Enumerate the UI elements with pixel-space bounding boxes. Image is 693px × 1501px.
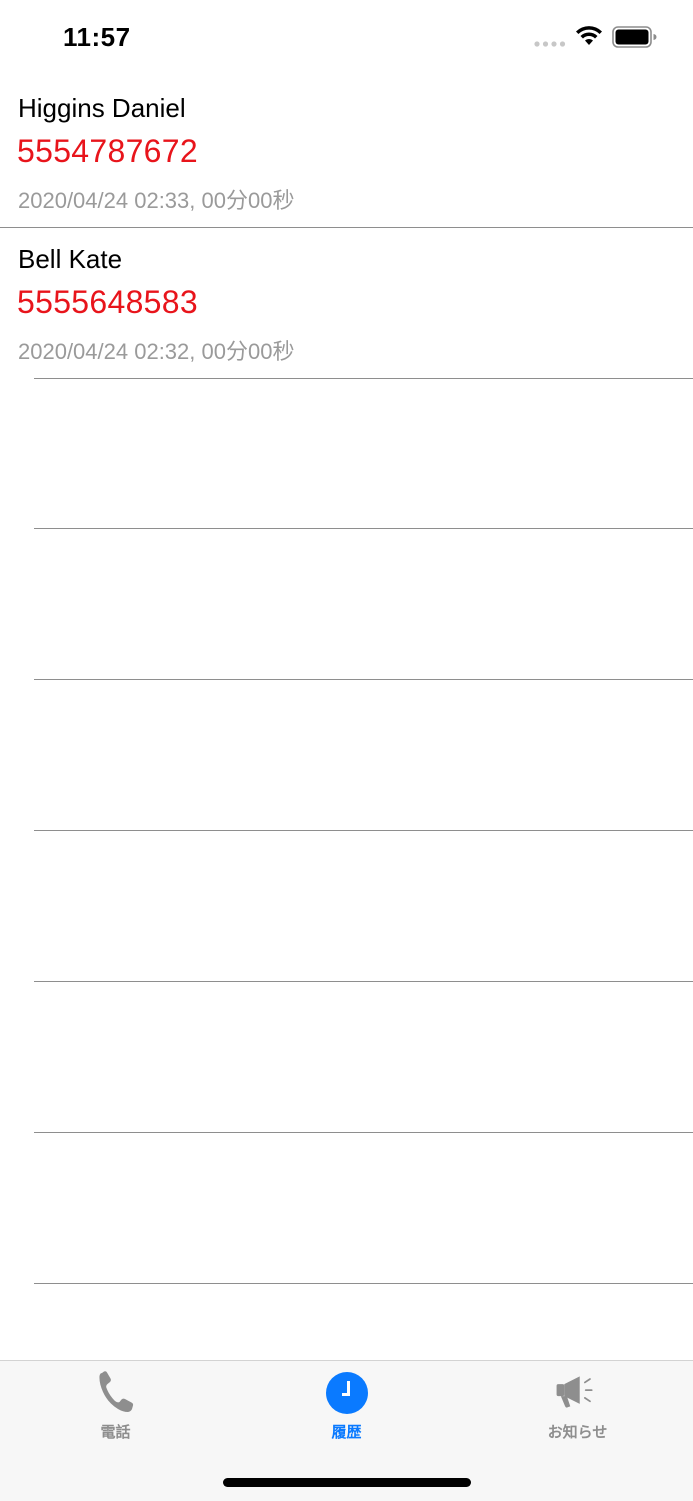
empty-row xyxy=(34,378,693,529)
home-indicator[interactable] xyxy=(223,1478,471,1487)
phone-icon xyxy=(98,1371,133,1412)
tab-notice[interactable]: お知らせ xyxy=(462,1361,693,1451)
clock-icon xyxy=(325,1372,368,1414)
empty-row xyxy=(34,680,693,831)
call-number: 5554787672 xyxy=(17,133,198,169)
status-time: 11:57 xyxy=(63,22,131,52)
call-timestamp: 2020/04/24 02:32, 00分00秒 xyxy=(18,339,295,364)
empty-row xyxy=(34,982,693,1133)
tab-phone[interactable]: 電話 xyxy=(0,1361,231,1451)
call-row[interactable]: Higgins Daniel 5554787672 2020/04/24 02:… xyxy=(0,77,693,228)
tab-label: 電話 xyxy=(100,1423,131,1441)
call-number: 5555648583 xyxy=(17,284,198,320)
tab-bar: 電話 履歴 お知らせ xyxy=(0,1360,693,1501)
tab-history[interactable]: 履歴 xyxy=(231,1361,462,1451)
wifi-icon xyxy=(576,26,602,45)
tab-label: 履歴 xyxy=(331,1423,362,1441)
call-name: Higgins Daniel xyxy=(18,93,186,123)
call-row[interactable]: Bell Kate 5555648583 2020/04/24 02:32, 0… xyxy=(0,228,693,379)
cellular-signal-icon xyxy=(534,41,566,47)
megaphone-icon xyxy=(556,1376,593,1408)
tab-label: お知らせ xyxy=(547,1423,608,1441)
call-timestamp: 2020/04/24 02:33, 00分00秒 xyxy=(18,188,295,213)
empty-row xyxy=(34,529,693,680)
call-history-list: Higgins Daniel 5554787672 2020/04/24 02:… xyxy=(0,77,693,1284)
empty-row xyxy=(34,1133,693,1284)
empty-row xyxy=(34,831,693,982)
battery-icon xyxy=(612,26,657,48)
status-bar: 11:57 xyxy=(0,0,693,78)
call-name: Bell Kate xyxy=(18,244,123,274)
